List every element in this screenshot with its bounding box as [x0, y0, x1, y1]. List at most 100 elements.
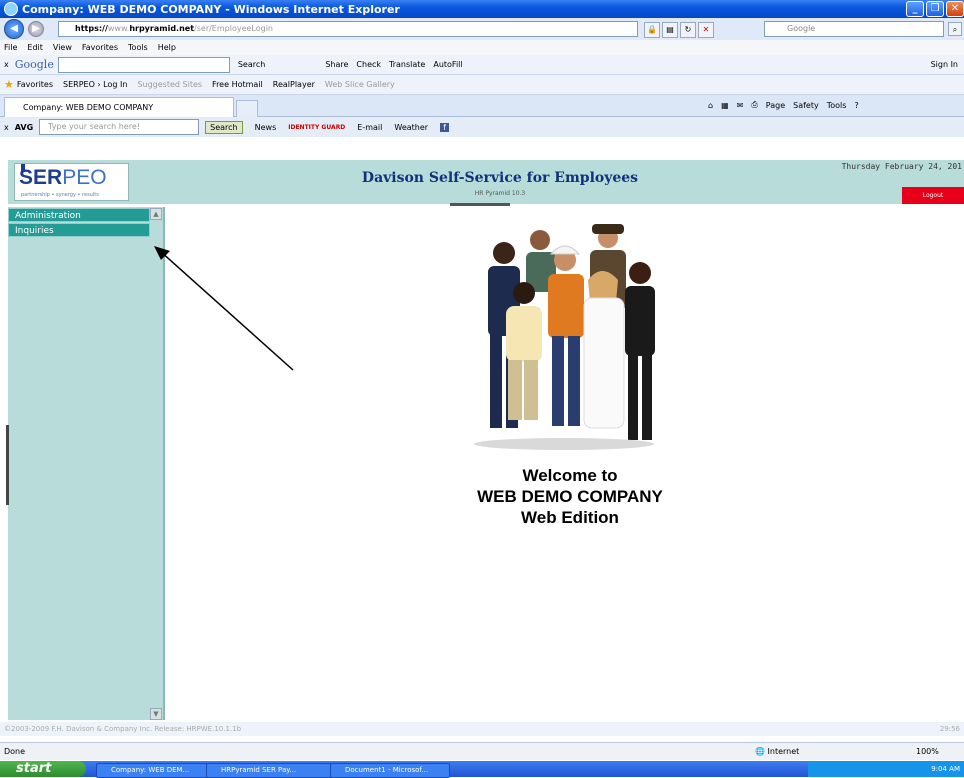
refresh-icon[interactable]: ↻	[680, 22, 696, 38]
logo-peo-text: PEO	[62, 166, 107, 189]
minimize-button[interactable]: _	[906, 1, 924, 17]
google-toolbar: x Google Search Share Check Translate Au…	[0, 55, 964, 75]
app-version: HR Pyramid 10.3	[474, 190, 526, 197]
favorites-star-icon: ★	[4, 78, 14, 91]
avg-search-input[interactable]: Type your search here!	[39, 119, 200, 135]
menu-view[interactable]: View	[53, 43, 72, 52]
footer-copyright: ©2003-2009 F.H. Davison & Company Inc. R…	[4, 725, 242, 733]
taskbar-item-hrpyramid[interactable]: HRPyramid SER Pay...	[206, 763, 338, 778]
zoom-level[interactable]: 100%	[916, 743, 939, 760]
new-tab-button[interactable]	[236, 100, 258, 117]
google-autofill-button[interactable]: AutoFill	[433, 60, 462, 69]
app-title: Davison Self-Service for Employees	[361, 170, 639, 186]
sidebar-item-inquiries[interactable]: Inquiries	[8, 223, 150, 237]
lock-icon[interactable]: 🔒	[644, 22, 660, 38]
compat-view-icon[interactable]: ▤	[662, 22, 678, 38]
google-share-button[interactable]: Share	[325, 60, 348, 69]
menu-safety[interactable]: Safety	[793, 101, 819, 110]
welcome-edition: Web Edition	[521, 508, 619, 527]
tab-title: Company: WEB DEMO COMPANY	[23, 103, 154, 112]
fav-serpeo-login[interactable]: SERPEO › Log In	[63, 80, 127, 89]
address-bar[interactable]: https://www.hrpyramid.net/ser/EmployeeLo…	[58, 21, 638, 37]
avg-logo[interactable]: AVG	[15, 123, 33, 132]
avg-news[interactable]: News	[255, 123, 277, 132]
google-search-button[interactable]: Search	[238, 60, 265, 69]
address-path: /ser/EmployeeLogin	[194, 24, 274, 33]
menu-tools-cmd[interactable]: Tools	[827, 101, 847, 110]
google-logo: Google	[14, 58, 54, 71]
logo-tagline: partnership • synergy • results	[21, 192, 99, 198]
serpeo-logo: SERPEO partnership • synergy • results	[14, 163, 129, 201]
zone-label: Internet	[767, 747, 800, 756]
google-signin-link[interactable]: Sign In	[931, 60, 958, 69]
header-splitter-handle[interactable]	[450, 203, 510, 206]
address-host: www.	[107, 24, 130, 33]
logo-ser-text: SER	[19, 166, 63, 189]
avg-email[interactable]: E-mail	[357, 123, 382, 132]
globe-icon: 🌐	[755, 747, 765, 756]
annotation-arrow	[154, 246, 294, 371]
menu-help[interactable]: Help	[158, 43, 176, 52]
forward-button[interactable]: ▶	[28, 21, 44, 37]
close-avg-icon[interactable]: x	[4, 123, 9, 132]
print-icon[interactable]: ⎙	[751, 100, 757, 110]
avg-toolbar: x AVG Type your search here! Search News…	[0, 117, 964, 137]
footer-timer: 29:56	[939, 725, 960, 733]
security-zone: 🌐 Internet	[755, 743, 799, 760]
favorites-bar: ★ Favorites SERPEO › Log In Suggested Si…	[0, 75, 964, 95]
address-actions: 🔒 ▤ ↻ ✕	[642, 22, 714, 38]
sidebar-item-administration[interactable]: Administration	[8, 208, 150, 222]
menu-file[interactable]: File	[4, 43, 17, 52]
avg-weather[interactable]: Weather	[394, 123, 428, 132]
tab-company[interactable]: Company: WEB DEMO COMPANY	[4, 97, 234, 117]
current-date: Thursday February 24, 201	[841, 162, 962, 171]
sidebar-resize-handle[interactable]	[6, 425, 9, 505]
close-window-button[interactable]: ✕	[946, 1, 964, 17]
maximize-button[interactable]: ❐	[926, 1, 944, 17]
window-title: Company: WEB DEMO COMPANY - Windows Inte…	[22, 2, 400, 16]
fav-free-hotmail[interactable]: Free Hotmail	[212, 80, 263, 89]
google-check-button[interactable]: Check	[356, 60, 381, 69]
help-icon[interactable]: ?	[854, 101, 858, 110]
address-domain: hrpyramid.net	[129, 24, 195, 33]
taskbar-item-word[interactable]: Document1 - Microsof...	[330, 763, 450, 778]
logout-button[interactable]: Logout	[902, 187, 964, 204]
window-title-bar: Company: WEB DEMO COMPANY - Windows Inte…	[0, 0, 964, 18]
sidebar-scroll-down[interactable]: ▼	[150, 708, 162, 720]
ie-icon	[4, 2, 18, 16]
welcome-line-1: Welcome to	[522, 466, 618, 485]
start-button[interactable]: start	[0, 761, 86, 777]
address-scheme: https://	[75, 24, 108, 33]
search-icon[interactable]: ⌕	[948, 22, 962, 36]
system-tray: 9:04 AM	[808, 761, 964, 777]
sidebar-scroll-up[interactable]: ▲	[150, 208, 162, 220]
avg-search-button[interactable]: Search	[205, 120, 243, 134]
status-text: Done	[4, 747, 26, 756]
browser-search-input[interactable]: Google	[764, 21, 944, 37]
menu-bar: File Edit View Favorites Tools Help	[0, 40, 964, 55]
app-footer: ©2003-2009 F.H. Davison & Company Inc. R…	[0, 722, 964, 736]
feeds-icon[interactable]: ▦	[721, 101, 729, 110]
facebook-icon[interactable]: f	[440, 122, 449, 132]
fav-suggested-sites[interactable]: Suggested Sites	[137, 80, 202, 89]
google-translate-button[interactable]: Translate	[389, 60, 425, 69]
taskbar-item-ie[interactable]: Company: WEB DEM...	[96, 763, 214, 778]
close-toolbar-icon[interactable]: x	[4, 60, 9, 69]
fav-realplayer[interactable]: RealPlayer	[273, 80, 315, 89]
menu-edit[interactable]: Edit	[27, 43, 43, 52]
back-button[interactable]: ◀	[4, 19, 24, 39]
google-search-input[interactable]	[57, 56, 230, 73]
fav-web-slice-gallery[interactable]: Web Slice Gallery	[325, 80, 395, 89]
favorites-button[interactable]: Favorites	[17, 80, 53, 89]
home-icon[interactable]: ⌂	[708, 101, 713, 110]
menu-page[interactable]: Page	[766, 101, 785, 110]
browser-status-bar: Done 🌐 Internet 100%	[0, 742, 964, 760]
avg-identity-guard[interactable]: IDENTITY GUARD	[288, 124, 345, 131]
menu-favorites[interactable]: Favorites	[82, 43, 118, 52]
stop-icon[interactable]: ✕	[698, 22, 714, 38]
welcome-company-name: WEB DEMO COMPANY	[477, 487, 663, 506]
mail-icon[interactable]: ✉	[737, 101, 744, 110]
employees-group-photo	[474, 224, 655, 450]
menu-tools[interactable]: Tools	[128, 43, 148, 52]
command-bar: ⌂ ▦ ✉ ⎙ Page Safety Tools ?	[700, 100, 859, 110]
